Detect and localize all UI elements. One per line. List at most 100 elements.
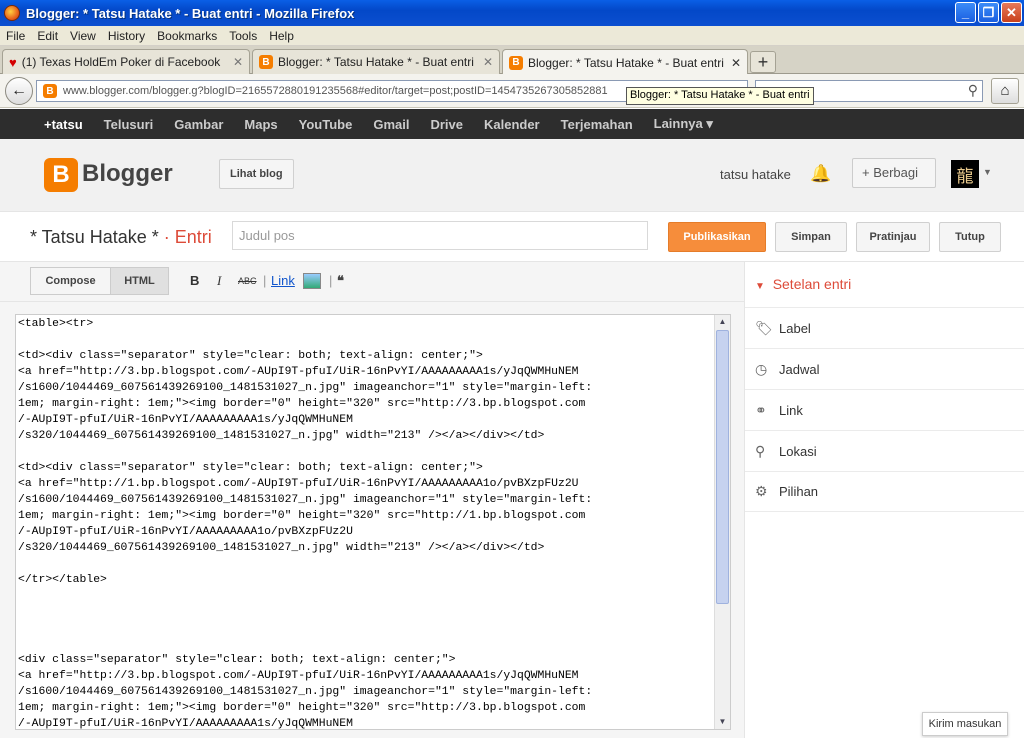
new-tab-button[interactable]: + <box>750 51 776 73</box>
link-icon: ⚭ <box>755 401 767 418</box>
spellcheck-button[interactable]: ABC <box>238 276 257 286</box>
gbar-images[interactable]: Gambar <box>174 117 223 132</box>
page-title: * Tatsu Hatake * · Entri <box>30 227 212 248</box>
link-button[interactable]: Link <box>271 273 295 288</box>
bell-icon[interactable]: 🔔 <box>810 164 831 184</box>
menu-file[interactable]: File <box>0 29 31 43</box>
triangle-down-icon: ▼ <box>755 281 765 292</box>
sidebar-item-schedule[interactable]: ◷ Jadwal <box>745 348 1024 389</box>
scrollbar-thumb[interactable] <box>716 330 729 604</box>
blogger-favicon-icon: B <box>43 84 57 98</box>
sidebar-item-label[interactable]: 🏷 Label <box>745 307 1024 348</box>
menu-help[interactable]: Help <box>263 29 300 43</box>
italic-button[interactable]: I <box>217 273 221 289</box>
gbar-youtube[interactable]: YouTube <box>299 117 353 132</box>
menu-tools[interactable]: Tools <box>223 29 263 43</box>
search-icon[interactable]: ⚲ <box>968 82 978 99</box>
section-name: Entri <box>174 227 212 247</box>
window-titlebar: Blogger: * Tatsu Hatake * - Buat entri -… <box>0 0 1024 26</box>
post-title-input[interactable]: Judul pos <box>232 221 648 250</box>
close-window-button[interactable]: ✕ <box>1001 2 1022 23</box>
post-settings-heading[interactable]: ▼ Setelan entri <box>755 276 851 292</box>
gbar-gmail[interactable]: Gmail <box>373 117 409 132</box>
tab-blogger-1[interactable]: B Blogger: * Tatsu Hatake * - Buat entri… <box>252 49 500 74</box>
bold-button[interactable]: B <box>190 273 199 288</box>
sidebar-item-link[interactable]: ⚭ Link <box>745 389 1024 430</box>
toolbar-divider: | <box>329 273 333 288</box>
publish-button[interactable]: Publikasikan <box>668 222 766 252</box>
window-title: Blogger: * Tatsu Hatake * - Buat entri -… <box>26 5 355 21</box>
html-editor[interactable]: <table><tr> <td><div class="separator" s… <box>15 314 731 730</box>
sidebar-item-options[interactable]: ⚙ Pilihan <box>745 471 1024 512</box>
avatar[interactable]: 龍 <box>951 160 979 188</box>
html-mode-button[interactable]: HTML <box>110 267 169 295</box>
entry-bar: * Tatsu Hatake * · Entri Judul pos Publi… <box>0 212 1024 262</box>
editor-area: <table><tr> <td><div class="separator" s… <box>0 302 744 738</box>
tab-label: (1) Texas HoldEm Poker di Facebook <box>21 55 221 69</box>
sidebar-item-text: Link <box>779 402 803 418</box>
menu-edit[interactable]: Edit <box>31 29 64 43</box>
gbar-maps[interactable]: Maps <box>244 117 277 132</box>
firefox-icon <box>4 5 20 21</box>
tab-label: Blogger: * Tatsu Hatake * - Buat entri <box>528 55 724 70</box>
blogger-logo-icon[interactable]: B <box>44 158 78 192</box>
editor-toolbar: Compose HTML B I ABC | Link | ❝ <box>0 262 744 302</box>
gbar-more[interactable]: Lainnya ▾ <box>654 116 713 132</box>
gear-icon: ⚙ <box>755 483 768 499</box>
sidebar-item-text: Lokasi <box>779 443 817 459</box>
quote-icon[interactable]: ❝ <box>337 273 344 289</box>
close-button[interactable]: Tutup <box>939 222 1001 252</box>
post-settings-label: Setelan entri <box>772 276 852 292</box>
gbar-plus[interactable]: +tatsu <box>44 117 83 132</box>
compose-mode-button[interactable]: Compose <box>30 267 111 295</box>
tab-tooltip: Blogger: * Tatsu Hatake * - Buat entri <box>626 87 814 105</box>
share-button[interactable]: + Berbagi <box>852 158 936 188</box>
blogger-header: B Blogger Lihat blog tatsu hatake 🔔 + Be… <box>0 139 1024 212</box>
scroll-up-icon[interactable]: ▲ <box>716 315 729 329</box>
minimize-button[interactable]: _ <box>955 2 976 23</box>
save-button[interactable]: Simpan <box>775 222 847 252</box>
html-code[interactable]: <table><tr> <td><div class="separator" s… <box>18 316 714 729</box>
sidebar-item-text: Pilihan <box>779 484 819 499</box>
location-pin-icon: ⚲ <box>755 442 766 459</box>
menu-history[interactable]: History <box>102 29 151 43</box>
menu-bar: File Edit View History Bookmarks Tools H… <box>0 26 1024 46</box>
tab-blogger-2[interactable]: B Blogger: * Tatsu Hatake * - Buat entri… <box>502 49 748 75</box>
image-icon[interactable] <box>303 273 321 289</box>
send-feedback-button[interactable]: Kirim masukan <box>922 712 1008 736</box>
menu-bookmarks[interactable]: Bookmarks <box>151 29 223 43</box>
user-name[interactable]: tatsu hatake <box>720 167 791 182</box>
home-button[interactable]: ⌂ <box>991 78 1019 104</box>
tab-facebook[interactable]: ♥ (1) Texas HoldEm Poker di Facebook ✕ <box>2 49 250 74</box>
blogger-favicon-icon: B <box>259 55 273 69</box>
close-tab-icon[interactable]: ✕ <box>233 55 243 69</box>
close-tab-icon[interactable]: ✕ <box>731 56 741 70</box>
tab-label: Blogger: * Tatsu Hatake * - Buat entri <box>278 55 474 69</box>
gbar-translate[interactable]: Terjemahan <box>561 117 633 132</box>
gbar-calendar[interactable]: Kalender <box>484 117 540 132</box>
chevron-down-icon[interactable]: ▼ <box>983 167 992 177</box>
back-button[interactable]: ← <box>5 77 33 105</box>
tab-bar: ♥ (1) Texas HoldEm Poker di Facebook ✕ B… <box>0 46 1024 75</box>
url-text: www.blogger.com/blogger.g?blogID=2165572… <box>63 85 608 97</box>
toolbar-divider: | <box>263 273 267 288</box>
preview-button[interactable]: Pratinjau <box>856 222 930 252</box>
close-tab-icon[interactable]: ✕ <box>483 55 493 69</box>
sidebar-item-text: Label <box>779 320 811 336</box>
scroll-down-icon[interactable]: ▼ <box>716 715 729 729</box>
google-bar: +tatsu Telusuri Gambar Maps YouTube Gmai… <box>0 109 1024 139</box>
clock-icon: ◷ <box>755 360 768 377</box>
gbar-drive[interactable]: Drive <box>430 117 463 132</box>
tag-icon: 🏷 <box>755 319 773 336</box>
maximize-button[interactable]: ❐ <box>978 2 999 23</box>
navigation-bar: ← B www.blogger.com/blogger.g?blogID=216… <box>0 74 1024 108</box>
blogger-brand[interactable]: Blogger <box>82 160 173 188</box>
editor-scrollbar[interactable]: ▲ ▼ <box>714 315 730 729</box>
post-settings-sidebar: ▼ Setelan entri 🏷 Label ◷ Jadwal ⚭ Link ⚲ Lo… <box>744 262 1024 738</box>
blog-name: * Tatsu Hatake * <box>30 227 159 247</box>
sidebar-item-location[interactable]: ⚲ Lokasi <box>745 430 1024 471</box>
menu-view[interactable]: View <box>64 29 102 43</box>
title-separator: · <box>158 227 175 247</box>
gbar-search[interactable]: Telusuri <box>104 117 154 132</box>
view-blog-button[interactable]: Lihat blog <box>219 159 294 189</box>
